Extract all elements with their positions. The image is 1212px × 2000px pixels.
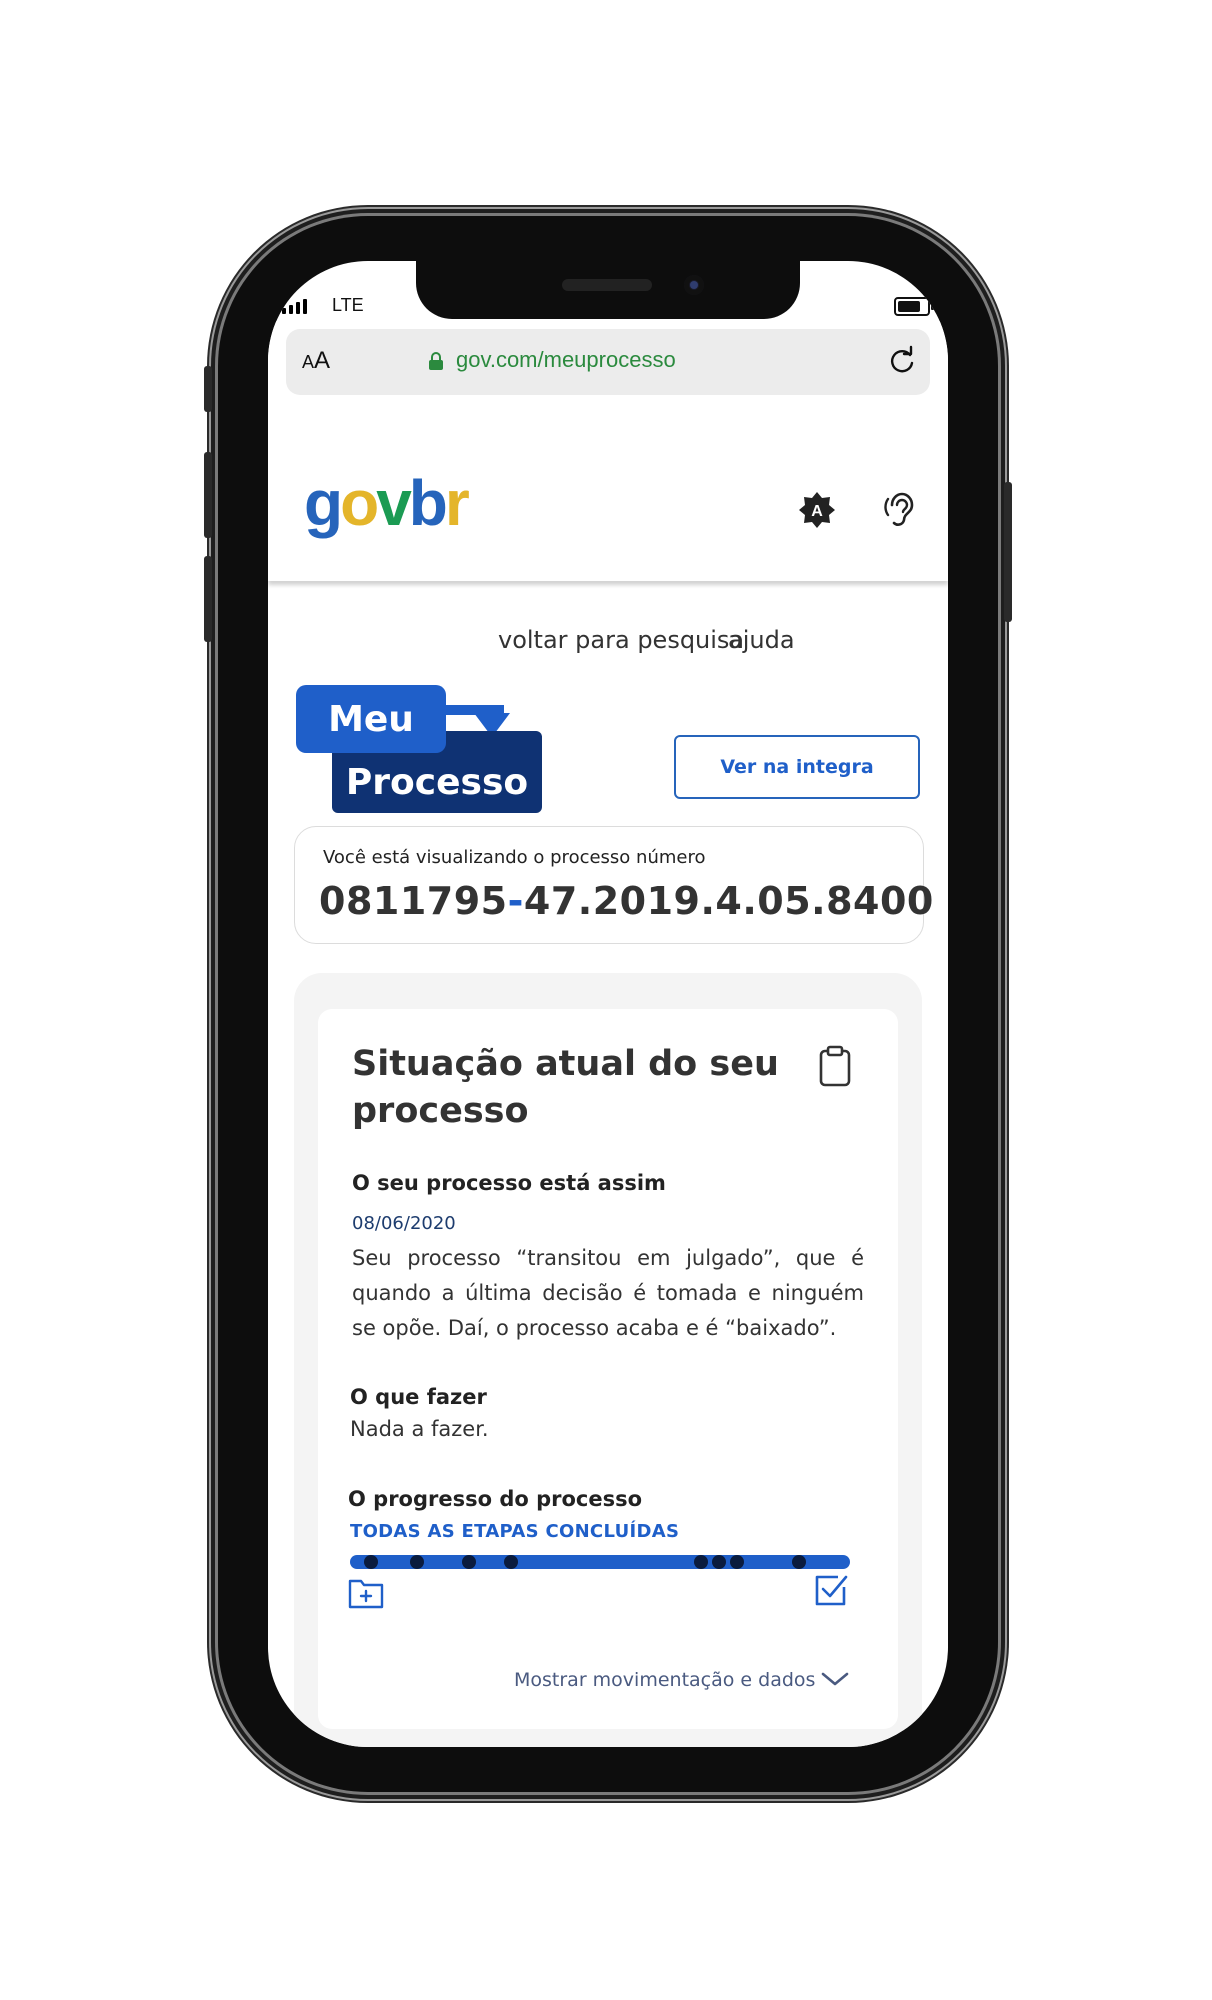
svg-text:A: A (811, 503, 823, 520)
progress-step-dot (730, 1555, 744, 1569)
volume-up-button (204, 452, 212, 538)
accessibility-ear-icon[interactable] (882, 489, 918, 529)
back-to-search-link[interactable]: voltar para pesquisa (498, 626, 744, 654)
high-contrast-icon[interactable]: A (798, 491, 836, 529)
text-size-small: A (302, 352, 315, 372)
status-description: Seu processo “transitou em julgado”, que… (352, 1246, 864, 1340)
progress-step-dot (462, 1555, 476, 1569)
phone-frame: LTE AA gov.com/meuprocesso gov br A volt… (204, 216, 1012, 1792)
progress-step-dot (410, 1555, 424, 1569)
process-number-card: Você está visualizando o processo número… (294, 826, 933, 944)
ver-na-integra-button[interactable]: Ver na integra (674, 735, 920, 799)
text-size-large: A (314, 347, 331, 374)
volume-down-button (204, 556, 212, 642)
progress-heading: O progresso do processo (348, 1487, 643, 1511)
todo-text: Nada a fazer. (350, 1417, 489, 1441)
progress-step-dot (712, 1555, 726, 1569)
speaker-grille (562, 279, 652, 291)
process-number: 0811795-47.2019.4.05.8400 (319, 879, 934, 923)
progress-step-dot (504, 1555, 518, 1569)
power-button (1004, 482, 1012, 622)
situation-title: Situação atual do seu processo (352, 1044, 779, 1131)
meu-processo-logo: Meu Processo (296, 685, 546, 815)
lock-icon (429, 352, 443, 370)
progress-step-dot (694, 1555, 708, 1569)
progress-bar (350, 1555, 850, 1569)
phone-screen: LTE AA gov.com/meuprocesso gov br A volt… (268, 261, 948, 1747)
text-size-button[interactable]: AA (302, 347, 330, 375)
status-heading: O seu processo está assim (352, 1171, 666, 1195)
situation-panel: Situação atual do seu processo O seu pro… (294, 973, 922, 1747)
carrier-label: LTE (332, 295, 364, 315)
show-details-link[interactable]: Mostrar movimentação e dados (514, 1669, 815, 1691)
site-header: gov.br A (268, 449, 948, 1081)
progress-step-dot (792, 1555, 806, 1569)
signal-icon (282, 299, 307, 314)
todo-heading: O que fazer (350, 1385, 487, 1409)
govbr-logo[interactable]: gov.br (304, 471, 470, 1081)
notch (416, 261, 800, 319)
help-link[interactable]: ajuda (728, 626, 795, 654)
logo-meu: Meu (296, 685, 446, 753)
url-text[interactable]: gov.com/meuprocesso (456, 347, 676, 373)
battery-icon (894, 297, 934, 316)
chevron-down-icon[interactable] (820, 1669, 850, 1689)
front-camera (684, 275, 704, 295)
folder-add-icon (348, 1579, 384, 1609)
status-date: 08/06/2020 (352, 1213, 456, 1234)
reload-icon[interactable] (886, 345, 918, 377)
top-links: voltar para pesquisa ajuda (268, 626, 948, 666)
progress-step-dot (364, 1555, 378, 1569)
checkbox-done-icon (815, 1575, 848, 1606)
silent-switch (204, 366, 212, 412)
situation-card: Situação atual do seu processo O seu pro… (318, 1009, 898, 1729)
clipboard-icon[interactable] (818, 1045, 852, 1087)
progress-status: TODAS AS ETAPAS CONCLUÍDAS (350, 1521, 680, 1542)
process-number-label: Você está visualizando o processo número (323, 847, 706, 868)
browser-chrome: AA gov.com/meuprocesso (268, 321, 948, 450)
address-bar[interactable]: AA gov.com/meuprocesso (286, 329, 930, 395)
